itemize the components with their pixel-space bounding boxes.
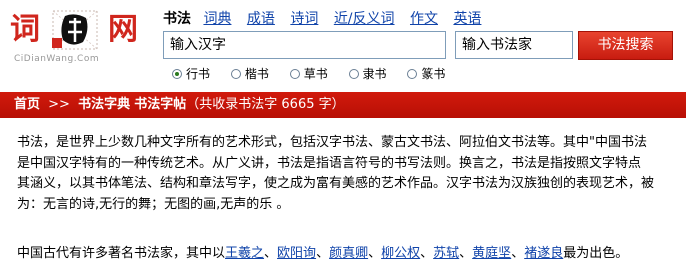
calligrapher-link[interactable]: 黄庭坚 bbox=[472, 246, 511, 261]
style-label: 隶书 bbox=[362, 67, 387, 81]
nav-current-calligraphy: 书法 bbox=[163, 11, 191, 27]
calligrapher-link[interactable]: 欧阳询 bbox=[277, 246, 316, 261]
radio-icon[interactable] bbox=[289, 69, 300, 79]
calligrapher-link[interactable]: 柳公权 bbox=[381, 246, 420, 261]
nav-link-synonyms[interactable]: 近/反义词 bbox=[334, 11, 395, 27]
breadcrumb-page: 书法字帖 bbox=[134, 97, 187, 112]
category-nav: 书法 词典 成语 诗词 近/反义词 作文 英语 bbox=[163, 10, 492, 30]
intro-line: 书法，是世界上少数几种文字所有的艺术形式，包括汉字书法、蒙古文书法、阿拉伯文书法… bbox=[17, 135, 647, 150]
intro-line: 为：无言的诗,无行的舞；无图的画,无声的乐 。 bbox=[17, 196, 290, 212]
style-option-lishu[interactable]: 隶书 bbox=[348, 66, 387, 82]
nav-link-idioms[interactable]: 成语 bbox=[247, 11, 275, 27]
radio-icon[interactable] bbox=[407, 69, 418, 79]
radio-icon[interactable] bbox=[348, 69, 359, 79]
intro-line: 其涵义，以其书体笔法、结构和章法写字，使之成为富有美感的艺术作品。汉字书法为汉族… bbox=[17, 176, 655, 191]
calligrapher-link[interactable]: 苏轼 bbox=[433, 246, 459, 261]
nav-link-english[interactable]: 英语 bbox=[453, 11, 481, 27]
calligraphy-search-button[interactable]: 书法搜索 bbox=[578, 31, 673, 60]
breadcrumb-section[interactable]: 书法字典 bbox=[78, 97, 130, 112]
logo-char-right: 网 bbox=[108, 12, 138, 47]
nav-link-essay[interactable]: 作文 bbox=[410, 11, 438, 27]
style-label: 草书 bbox=[303, 67, 328, 81]
intro-line: 是中国汉字特有的一种传统艺术。从广义讲，书法是指语言符号的书写法则。换言之，书法… bbox=[17, 155, 642, 171]
character-count: （共收录书法字 6665 字） bbox=[186, 97, 345, 112]
calligrapher-link[interactable]: 颜真卿 bbox=[329, 246, 368, 261]
logo-domain: CiDianWang.Com bbox=[14, 54, 100, 64]
style-label: 行书 bbox=[186, 67, 211, 81]
style-option-xingshu[interactable]: 行书 bbox=[172, 66, 210, 82]
site-logo[interactable]: 词 网 CiDianWang.Com bbox=[6, 6, 156, 64]
breadcrumb-home[interactable]: 首页 bbox=[14, 97, 40, 112]
logo-char-left: 词 bbox=[10, 12, 40, 47]
calligrapher-link[interactable]: 褚遂良 bbox=[524, 246, 563, 261]
style-option-zhuanshu[interactable]: 篆书 bbox=[407, 66, 445, 82]
radio-icon[interactable] bbox=[230, 69, 241, 79]
breadcrumb-bar: 首页 >> 书法字典 书法字帖（共收录书法字 6665 字） bbox=[0, 92, 686, 118]
style-option-caoshu[interactable]: 草书 bbox=[289, 66, 328, 82]
script-style-options: 行书 楷书 草书 隶书 篆书 bbox=[172, 66, 462, 83]
style-label: 楷书 bbox=[244, 67, 269, 81]
style-label: 篆书 bbox=[421, 67, 446, 81]
character-search-input[interactable]: 输入汉字 bbox=[163, 31, 446, 59]
breadcrumb-separator: >> bbox=[48, 97, 70, 112]
famous-calligraphers: 中国古代有许多著名书法家，其中以王羲之、欧阳询、颜真卿、柳公权、苏轼、黄庭坚、褚… bbox=[17, 246, 629, 261]
calligraphy-seal-icon bbox=[52, 10, 98, 50]
nav-link-poetry[interactable]: 诗词 bbox=[290, 11, 318, 27]
calligrapher-link[interactable]: 王羲之 bbox=[225, 246, 264, 261]
calligraphers-lead: 中国古代有许多著名书法家，其中以 bbox=[17, 246, 226, 261]
breadcrumb: 首页 >> 书法字典 书法字帖（共收录书法字 6665 字） bbox=[0, 92, 686, 118]
calligrapher-search-input[interactable]: 输入书法家 bbox=[455, 31, 573, 59]
style-option-kaishu[interactable]: 楷书 bbox=[230, 66, 269, 82]
intro-text: 书法，是世界上少数几种文字所有的艺术形式，包括汉字书法、蒙古文书法、阿拉伯文书法… bbox=[17, 133, 686, 215]
calligraphers-tail: 最为出色。 bbox=[563, 246, 629, 261]
radio-selected-icon[interactable] bbox=[172, 69, 182, 79]
nav-link-dictionary[interactable]: 词典 bbox=[203, 11, 231, 27]
